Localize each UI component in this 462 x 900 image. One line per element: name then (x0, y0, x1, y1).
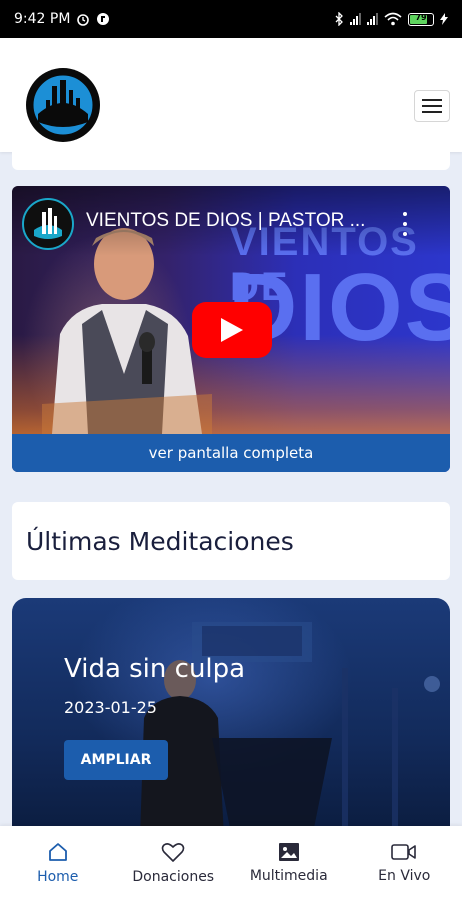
status-bar: 9:42 PM 79 (0, 0, 462, 38)
status-time: 9:42 PM (14, 11, 71, 27)
nav-label-en-vivo: En Vivo (378, 868, 431, 884)
video-camera-icon (391, 844, 417, 860)
nav-item-donaciones[interactable]: Donaciones (116, 826, 232, 900)
meditation-card[interactable]: Vida sin culpa 2023-01-25 AMPLIAR (12, 598, 450, 838)
nav-label-home: Home (37, 869, 79, 885)
church-logo-icon[interactable] (26, 68, 100, 142)
app-header (0, 38, 462, 152)
section-header-card: Últimas Meditaciones (12, 502, 450, 580)
home-icon (48, 843, 67, 861)
video-title[interactable]: VIENTOS DE DIOS | PASTOR ... (86, 210, 365, 232)
battery-level: 79 (415, 12, 427, 22)
nav-item-home[interactable]: Home (0, 826, 116, 900)
image-icon (278, 843, 299, 861)
battery-icon: 79 (408, 12, 434, 26)
alarm-icon (77, 14, 90, 26)
signal-strength-icon-2 (367, 13, 378, 25)
hamburger-menu-icon[interactable] (414, 90, 450, 122)
heart-icon (161, 843, 185, 862)
more-options-icon[interactable] (400, 212, 410, 236)
card-edge (12, 152, 450, 170)
meditation-date: 2023-01-25 (64, 698, 157, 717)
signal-strength-icon (350, 13, 361, 25)
meditation-title: Vida sin culpa (64, 654, 246, 684)
bluetooth-icon (335, 12, 343, 26)
meditation-background-image (140, 622, 440, 838)
nav-item-en-vivo[interactable]: En Vivo (347, 826, 462, 900)
play-icon (221, 318, 243, 342)
channel-avatar[interactable] (22, 198, 74, 250)
bottom-navigation: Home Donaciones Multimedia En Vivo (0, 826, 462, 900)
play-button[interactable] (192, 302, 272, 358)
nav-item-multimedia[interactable]: Multimedia (231, 826, 347, 900)
youtube-video-embed[interactable]: VIENTOS DE DIOS VIENTOS DE DIOS | PASTOR… (12, 186, 450, 472)
fullscreen-button[interactable]: ver pantalla completa (12, 434, 450, 472)
ampliar-button[interactable]: AMPLIAR (64, 740, 168, 780)
app-notification-icon (97, 13, 110, 25)
wifi-icon (384, 12, 402, 26)
section-title: Últimas Meditaciones (26, 526, 294, 556)
nav-label-multimedia: Multimedia (249, 868, 328, 884)
nav-label-donaciones: Donaciones (132, 869, 215, 885)
charging-icon (440, 13, 448, 25)
